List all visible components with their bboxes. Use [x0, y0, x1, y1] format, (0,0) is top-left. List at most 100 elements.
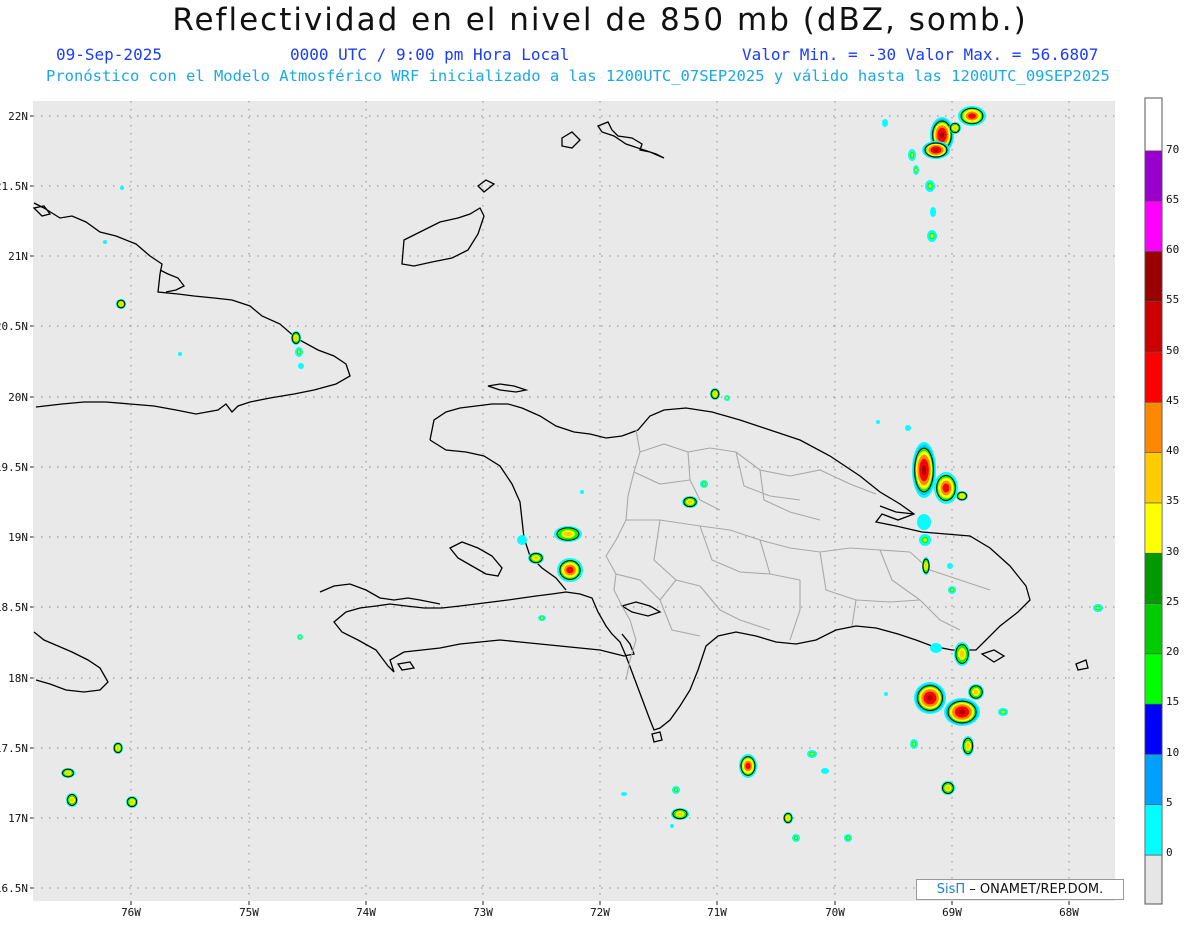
cell-band	[930, 207, 936, 217]
lon-label-72w: 72W	[590, 906, 610, 919]
cell-band	[933, 148, 939, 152]
cell-band	[687, 500, 693, 504]
cell-band	[65, 771, 71, 775]
storm-cell-40	[944, 698, 980, 726]
storm-cell-21	[517, 535, 527, 545]
cell-band	[846, 836, 850, 840]
cell-band	[297, 350, 301, 354]
cell-band	[959, 650, 965, 658]
legend-label-5: 5	[1166, 796, 1173, 809]
cell-band	[120, 186, 124, 190]
legend-label-60: 60	[1166, 243, 1179, 256]
cell-band	[924, 563, 928, 569]
legend-swatch-3	[1144, 653, 1163, 705]
lat-label-20-5n: 20.5N	[0, 320, 28, 333]
lat-label-19-5n: 19.5N	[0, 461, 28, 474]
cell-band	[876, 420, 880, 424]
legend-swatch-11	[1144, 251, 1163, 302]
cell-band	[1096, 606, 1100, 610]
lon-label-71w: 71W	[707, 906, 727, 919]
storm-cell-11	[103, 240, 107, 244]
cell-band	[702, 482, 706, 486]
cell-band	[540, 616, 544, 620]
cell-band	[621, 792, 627, 796]
legend-labels: 0 5 10 15 20 25 30 35 40 45 50 55 60 65 …	[1166, 143, 1179, 859]
storm-cell-28	[876, 420, 880, 424]
legend-label-15: 15	[1166, 695, 1179, 708]
storm-cell-30	[934, 472, 958, 504]
credit-text: – ONAMET/REP.DOM.	[965, 882, 1104, 897]
cell-band	[923, 538, 927, 542]
legend-swatch-7	[1144, 452, 1163, 504]
storm-cell-49	[807, 750, 817, 758]
cell-band	[294, 335, 298, 341]
storm-cell-36	[947, 563, 953, 569]
storm-cell-62	[580, 490, 584, 494]
storm-cell-5	[927, 230, 937, 242]
storm-cell-22	[528, 552, 544, 564]
cell-band	[70, 797, 74, 803]
storm-cell-48	[739, 754, 757, 778]
storm-cell-54	[670, 824, 674, 828]
storm-cell-60	[113, 742, 123, 754]
legend-swatch-6	[1144, 502, 1163, 554]
cell-band	[116, 746, 120, 750]
storm-cell-45	[941, 781, 955, 795]
cell-band	[927, 695, 933, 701]
cell-band	[968, 113, 976, 119]
storm-cell-53	[671, 808, 689, 820]
storm-cell-57	[844, 834, 852, 842]
cell-band	[713, 392, 717, 396]
storm-cell-43	[962, 736, 974, 756]
legend-label-40: 40	[1166, 444, 1179, 457]
cell-band	[917, 514, 931, 530]
cell-band	[912, 742, 916, 746]
storm-cell-52	[621, 792, 627, 796]
storm-cell-61	[126, 796, 138, 808]
cell-band	[298, 635, 302, 639]
storm-cell-29	[912, 442, 936, 498]
storm-cell-55	[783, 812, 793, 824]
lat-label-22n: 22N	[8, 110, 28, 123]
cell-band	[930, 643, 942, 653]
storm-cell-41	[968, 684, 984, 700]
lon-label-73w: 73W	[473, 906, 493, 919]
legend-label-0: 0	[1166, 846, 1173, 859]
lat-label-18n: 18N	[8, 672, 28, 685]
lat-label-17n: 17N	[8, 812, 28, 825]
storm-cell-24	[557, 558, 583, 582]
legend-label-70: 70	[1166, 143, 1179, 156]
cell-band	[945, 785, 951, 791]
cell-band	[905, 425, 911, 431]
lon-label-74w: 74W	[356, 906, 376, 919]
storm-cell-7	[922, 141, 950, 159]
legend-label-25: 25	[1166, 595, 1179, 608]
legend-swatch-5	[1144, 552, 1163, 604]
storm-cell-3	[925, 180, 935, 192]
cell-band	[960, 494, 964, 498]
storm-cell-8	[958, 106, 986, 126]
lat-label-18-5n: 18.5N	[0, 601, 28, 614]
storm-cell-32	[917, 514, 931, 530]
storm-cell-38	[954, 642, 970, 666]
storm-cell-15	[295, 347, 303, 357]
storm-cell-56	[792, 834, 800, 842]
storm-cell-47	[1093, 604, 1103, 612]
storm-cell-27	[905, 425, 911, 431]
cell-band	[939, 131, 945, 139]
lat-label-21-5n: 21.5N	[0, 180, 28, 193]
cell-band	[119, 302, 123, 306]
storm-cell-1	[908, 149, 916, 161]
storm-cell-33	[919, 534, 931, 546]
cell-band	[928, 184, 932, 188]
cell-band	[966, 743, 970, 749]
legend-swatch-1	[1144, 754, 1163, 806]
storm-cell-23	[554, 526, 582, 542]
lon-label-68w: 68W	[1059, 906, 1079, 919]
storm-cell-25	[538, 615, 546, 621]
cell-band	[921, 464, 927, 476]
cell-band	[580, 490, 584, 494]
lat-label-17-5n: 17.5N	[0, 742, 28, 755]
cell-band	[884, 692, 888, 696]
cell-band	[670, 824, 674, 828]
